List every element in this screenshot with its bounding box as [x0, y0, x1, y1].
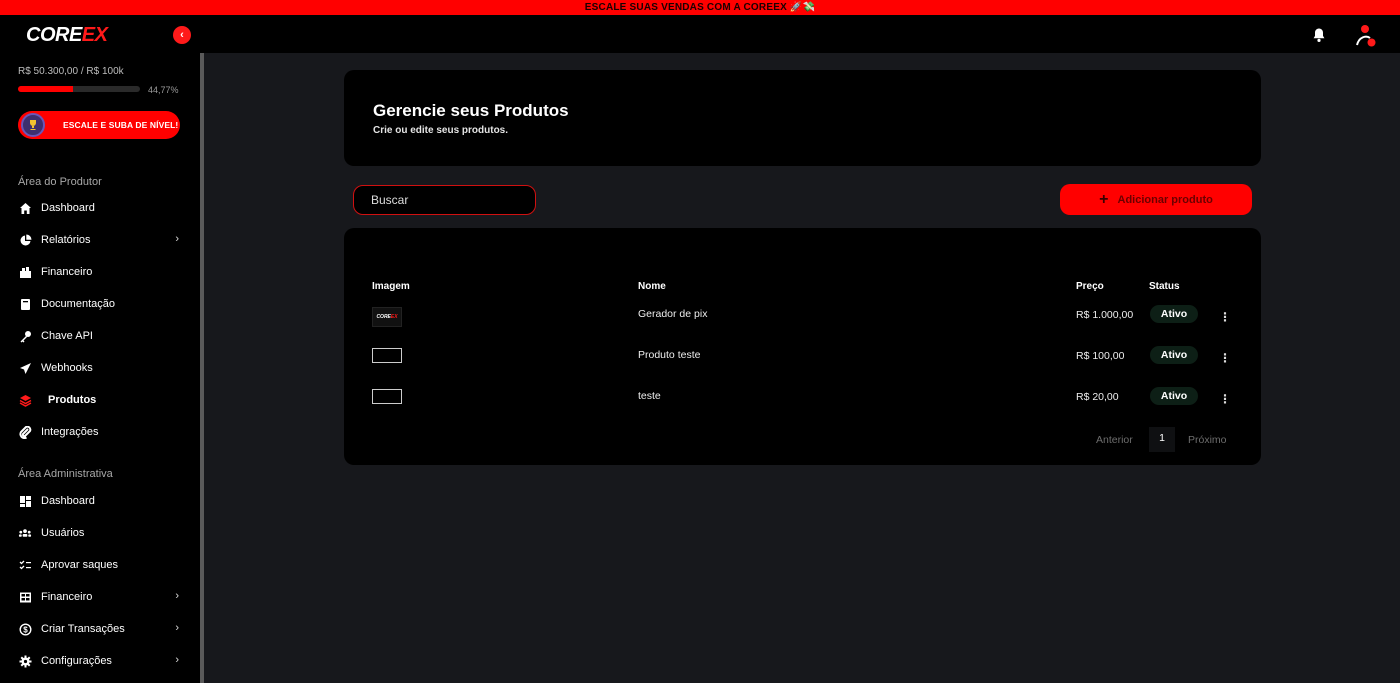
column-header-price: Preço [1076, 281, 1104, 292]
key-icon [18, 329, 32, 343]
pagination-prev[interactable]: Anterior [1096, 434, 1133, 446]
exchange-icon: $ [18, 622, 32, 636]
revenue-goal-percent: 44,77% [148, 85, 179, 95]
sidebar-item-configuracoes[interactable]: Configurações › [18, 651, 183, 671]
chevron-right-icon: › [175, 590, 179, 602]
add-product-button[interactable]: + Adicionar produto [1060, 184, 1252, 215]
sidebar-item-integracoes[interactable]: Integrações [18, 422, 183, 442]
send-icon [18, 361, 32, 375]
column-header-image: Imagem [372, 281, 410, 292]
sidebar-item-admin-financeiro[interactable]: Financeiro › [18, 587, 183, 607]
status-badge: Ativo [1150, 346, 1198, 364]
home-icon [18, 201, 32, 215]
table-icon [18, 590, 32, 604]
search-input[interactable] [353, 185, 536, 215]
gear-icon [18, 654, 32, 668]
pagination-current-page[interactable]: 1 [1149, 427, 1175, 452]
plus-icon: + [1099, 190, 1109, 208]
column-header-status: Status [1149, 281, 1180, 292]
more-options-icon[interactable]: ⋮ [1219, 310, 1231, 324]
section-title-admin: Área Administrativa [18, 468, 113, 480]
sidebar-item-financeiro[interactable]: Financeiro [18, 262, 183, 282]
revenue-goal-text: R$ 50.300,00 / R$ 100k [18, 66, 124, 77]
book-icon [18, 297, 32, 311]
product-name: Produto teste [638, 349, 701, 361]
product-thumbnail: CORE EX [372, 307, 402, 327]
column-header-name: Nome [638, 281, 666, 292]
top-bar: COREEX ‹ [0, 15, 1400, 53]
sidebar-item-criar-transacoes[interactable]: $ Criar Transações › [18, 619, 183, 639]
status-badge: Ativo [1150, 387, 1198, 405]
product-price: R$ 20,00 [1076, 391, 1119, 403]
chevron-left-icon[interactable]: ‹ [173, 26, 191, 44]
more-options-icon[interactable]: ⋮ [1219, 392, 1231, 406]
sidebar-item-documentacao[interactable]: Documentação [18, 294, 183, 314]
layers-icon [18, 393, 32, 407]
section-title-producer: Área do Produtor [18, 176, 102, 188]
user-icon[interactable] [1354, 24, 1376, 48]
product-price: R$ 1.000,00 [1076, 309, 1134, 321]
svg-text:$: $ [23, 625, 28, 634]
coreex-logo[interactable]: COREEX [26, 24, 108, 46]
bell-icon[interactable] [1311, 27, 1327, 43]
chevron-right-icon: › [175, 654, 179, 666]
status-badge: Ativo [1150, 305, 1198, 323]
page-header-card: Gerencie seus Produtos Crie ou edite seu… [344, 70, 1261, 166]
pagination-next[interactable]: Próximo [1188, 434, 1227, 446]
sidebar-item-usuarios[interactable]: Usuários [18, 523, 183, 543]
sidebar-item-chave-api[interactable]: Chave API [18, 326, 183, 346]
sidebar-item-admin-dashboard[interactable]: Dashboard [18, 491, 183, 511]
more-options-icon[interactable]: ⋮ [1219, 351, 1231, 365]
dashboard-grid-icon [18, 494, 32, 508]
page-title: Gerencie seus Produtos [373, 101, 569, 120]
users-icon [18, 526, 32, 540]
paperclip-icon [18, 425, 32, 439]
products-table: Imagem Nome Preço Status CORE EX Gerador … [344, 228, 1261, 465]
sidebar-item-aprovar-saques[interactable]: Aprovar saques [18, 555, 183, 575]
sidebar-item-relatorios[interactable]: Relatórios › [18, 230, 183, 250]
chevron-right-icon: › [175, 233, 179, 245]
product-price: R$ 100,00 [1076, 350, 1125, 362]
checklist-icon [18, 558, 32, 572]
pie-chart-icon [18, 233, 32, 247]
level-up-button[interactable]: ESCALE E SUBA DE NÍVEL! [18, 111, 180, 139]
promo-banner: ESCALE SUAS VENDAS COM A COREEX 🚀💸 [0, 0, 1400, 15]
broken-image-icon [372, 348, 402, 363]
sidebar-scrollbar[interactable] [200, 53, 204, 683]
page-subtitle: Crie ou edite seus produtos. [373, 125, 509, 136]
chevron-right-icon: › [175, 622, 179, 634]
trophy-icon [21, 113, 45, 137]
wallet-icon [18, 265, 32, 279]
sidebar-item-produtos[interactable]: Produtos [18, 390, 183, 410]
revenue-goal-progress [18, 86, 140, 92]
revenue-goal-fill [18, 86, 73, 92]
sidebar-item-dashboard[interactable]: Dashboard [18, 198, 183, 218]
product-name: Gerador de pix [638, 308, 708, 320]
product-name: teste [638, 390, 661, 402]
sidebar-item-webhooks[interactable]: Webhooks [18, 358, 183, 378]
broken-image-icon [372, 389, 402, 404]
sidebar: R$ 50.300,00 / R$ 100k 44,77% ESCALE E S… [0, 53, 200, 683]
